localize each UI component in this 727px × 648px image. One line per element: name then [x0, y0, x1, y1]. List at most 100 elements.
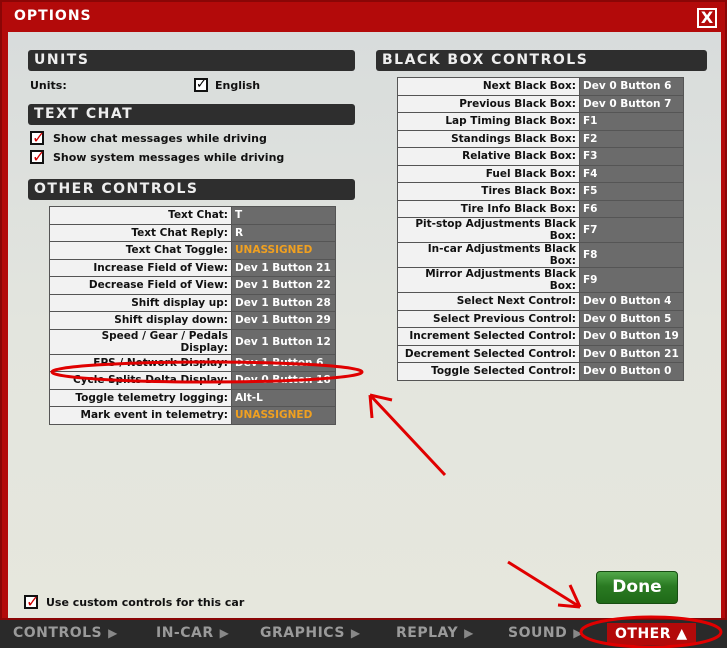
- control-label: Text Chat Reply:: [49, 223, 232, 242]
- control-binding[interactable]: F7: [579, 217, 684, 243]
- control-binding[interactable]: Dev 0 Button 19: [579, 327, 684, 346]
- control-label: Select Next Control:: [397, 292, 580, 311]
- arrow-right-icon: ▶: [464, 626, 474, 640]
- other-controls-header: OTHER CONTROLS: [28, 179, 355, 200]
- control-row: Increment Selected Control: Dev 0 Button …: [397, 327, 684, 346]
- units-label: Units:: [30, 79, 67, 92]
- system-messages-checkbox[interactable]: ✓: [30, 149, 45, 165]
- control-binding[interactable]: T: [231, 206, 336, 225]
- control-label: FPS / Network Display:: [49, 353, 232, 372]
- control-binding[interactable]: UNASSIGNED: [231, 241, 336, 260]
- control-label: Mark event in telemetry:: [49, 406, 232, 425]
- control-label: Standings Black Box:: [397, 129, 580, 148]
- control-label: In-car Adjustments Black Box:: [397, 242, 580, 268]
- control-label: Increment Selected Control:: [397, 327, 580, 346]
- black-box-table: Next Black Box: Dev 0 Button 6 Previous Bl…: [397, 77, 684, 381]
- tab-sound[interactable]: SOUND ▶: [508, 625, 583, 641]
- tab-replay[interactable]: REPLAY ▶: [396, 625, 474, 641]
- control-label: Toggle telemetry logging:: [49, 388, 232, 407]
- control-binding[interactable]: Dev 1 Button 21: [231, 258, 336, 277]
- control-binding[interactable]: UNASSIGNED: [231, 406, 336, 425]
- control-row: Mirror Adjustments Black Box: F9: [397, 267, 684, 293]
- control-row: Decrease Field of View: Dev 1 Button 22: [49, 276, 336, 295]
- control-binding[interactable]: F8: [579, 242, 684, 268]
- control-label: Decrement Selected Control:: [397, 344, 580, 363]
- control-row: Toggle telemetry logging: Alt-L: [49, 388, 336, 407]
- control-row: Cycle Splits Delta Display: Dev 0 Button …: [49, 371, 336, 390]
- control-binding[interactable]: Dev 0 Button 18: [231, 371, 336, 390]
- units-english-checkbox[interactable]: ✓: [194, 78, 208, 92]
- control-binding[interactable]: Alt-L: [231, 388, 336, 407]
- tab-label: SOUND: [508, 625, 568, 641]
- control-binding[interactable]: Dev 0 Button 0: [579, 362, 684, 381]
- system-messages-label: Show system messages while driving: [53, 151, 285, 164]
- control-binding[interactable]: F9: [579, 267, 684, 293]
- control-binding[interactable]: Dev 0 Button 7: [579, 94, 684, 113]
- control-row: Tire Info Black Box: F6: [397, 199, 684, 218]
- control-label: Fuel Black Box:: [397, 164, 580, 183]
- control-label: Pit-stop Adjustments Black Box:: [397, 217, 580, 243]
- tab-graphics[interactable]: GRAPHICS ▶: [260, 625, 361, 641]
- tab-label: OTHER ▲: [615, 626, 688, 642]
- control-row: Toggle Selected Control: Dev 0 Button 0: [397, 362, 684, 381]
- control-binding[interactable]: F4: [579, 164, 684, 183]
- control-label: Shift display down:: [49, 311, 232, 330]
- control-binding[interactable]: Dev 1 Button 22: [231, 276, 336, 295]
- control-row: Pit-stop Adjustments Black Box: F7: [397, 217, 684, 243]
- control-label: Select Previous Control:: [397, 309, 580, 328]
- options-panel: UNITS Units: ✓ English TEXT CHAT ✓ Show …: [8, 32, 721, 618]
- tab-label: CONTROLS: [13, 625, 103, 641]
- control-row: Increase Field of View: Dev 1 Button 21: [49, 258, 336, 277]
- control-binding[interactable]: F1: [579, 112, 684, 131]
- control-label: Tires Black Box:: [397, 182, 580, 201]
- control-binding[interactable]: Dev 0 Button 21: [579, 344, 684, 363]
- close-button[interactable]: X: [697, 8, 717, 28]
- control-binding[interactable]: Dev 1 Button 6: [231, 353, 336, 372]
- text-chat-header: TEXT CHAT: [28, 104, 355, 125]
- options-window: OPTIONS X UNITS Units: ✓ English TEXT CH…: [0, 0, 727, 620]
- control-row: Standings Black Box: F2: [397, 129, 684, 148]
- arrow-right-icon: ▶: [219, 626, 230, 640]
- control-label: Lap Timing Black Box:: [397, 112, 580, 131]
- units-option-label: English: [215, 79, 261, 92]
- tab-label: IN-CAR: [156, 625, 214, 641]
- control-row: Speed / Gear / Pedals Display: Dev 1 Butt…: [49, 328, 336, 355]
- control-row: Text Chat Toggle: UNASSIGNED: [49, 241, 336, 260]
- control-label: Decrease Field of View:: [49, 276, 232, 295]
- done-button[interactable]: Done: [596, 571, 678, 604]
- tab-other[interactable]: OTHER ▲: [607, 623, 696, 645]
- tab-controls[interactable]: CONTROLS ▶: [13, 625, 118, 641]
- control-label: Previous Black Box:: [397, 94, 580, 113]
- chat-messages-checkbox[interactable]: ✓: [30, 130, 45, 146]
- control-row: Text Chat Reply: R: [49, 223, 336, 242]
- custom-controls-label: Use custom controls for this car: [46, 596, 245, 609]
- control-row: Shift display up: Dev 1 Button 28: [49, 293, 336, 312]
- control-label: Tire Info Black Box:: [397, 199, 580, 218]
- control-row: Decrement Selected Control: Dev 0 Button …: [397, 344, 684, 363]
- control-label: Toggle Selected Control:: [397, 362, 580, 381]
- control-binding[interactable]: F2: [579, 129, 684, 148]
- control-binding[interactable]: Dev 1 Button 29: [231, 311, 336, 330]
- control-row: Mark event in telemetry: UNASSIGNED: [49, 406, 336, 425]
- control-binding[interactable]: F3: [579, 147, 684, 166]
- control-binding[interactable]: R: [231, 223, 336, 242]
- tab-in-car[interactable]: IN-CAR ▶: [156, 625, 229, 641]
- control-label: Text Chat:: [49, 206, 232, 225]
- control-row: Lap Timing Black Box: F1: [397, 112, 684, 131]
- control-row: In-car Adjustments Black Box: F8: [397, 242, 684, 268]
- control-binding[interactable]: Dev 1 Button 28: [231, 293, 336, 312]
- bottom-tab-bar: CONTROLS ▶ IN-CAR ▶ GRAPHICS ▶ REPLAY ▶ SOUN…: [0, 620, 727, 648]
- control-row: Select Next Control: Dev 0 Button 4: [397, 292, 684, 311]
- control-label: Cycle Splits Delta Display:: [49, 371, 232, 390]
- control-binding[interactable]: F6: [579, 199, 684, 218]
- control-label: Mirror Adjustments Black Box:: [397, 267, 580, 293]
- control-binding[interactable]: Dev 0 Button 6: [579, 77, 684, 96]
- arrow-right-icon: ▶: [350, 626, 361, 640]
- other-controls-table: Text Chat: T Text Chat Reply: R Text Chat To…: [49, 206, 336, 425]
- custom-controls-checkbox[interactable]: ✓: [24, 594, 39, 610]
- control-binding[interactable]: F5: [579, 182, 684, 201]
- control-row: Select Previous Control: Dev 0 Button 5: [397, 309, 684, 328]
- control-binding[interactable]: Dev 0 Button 4: [579, 292, 684, 311]
- control-binding[interactable]: Dev 0 Button 5: [579, 309, 684, 328]
- control-binding[interactable]: Dev 1 Button 12: [231, 328, 336, 355]
